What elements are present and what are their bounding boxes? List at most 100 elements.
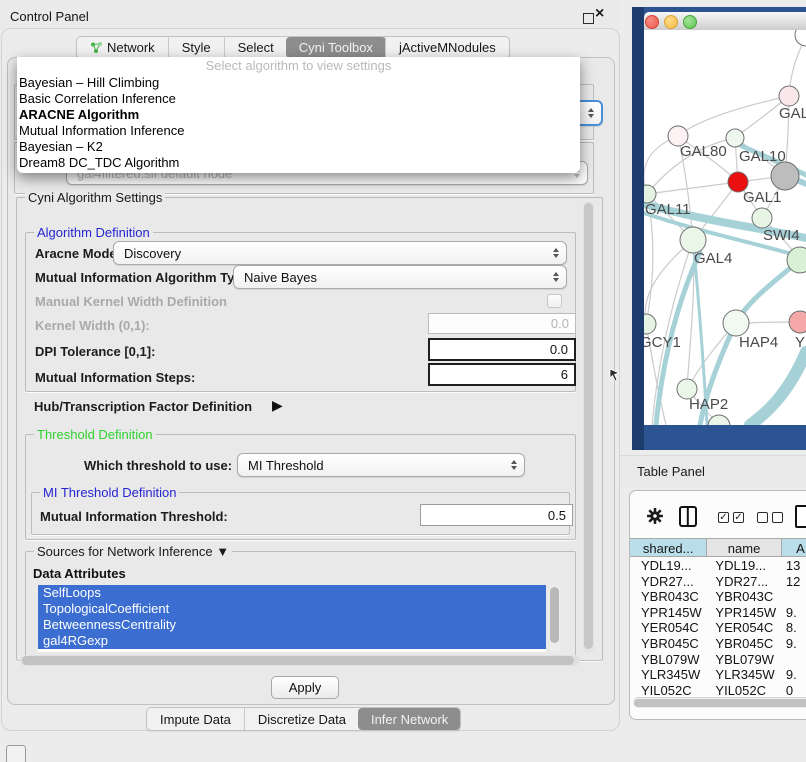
- column-header[interactable]: shared...: [630, 538, 707, 557]
- network-node[interactable]: [795, 30, 806, 46]
- tab-discretize-data[interactable]: Discretize Data: [244, 708, 359, 730]
- minimized-panel-button[interactable]: [6, 745, 26, 762]
- network-node[interactable]: [771, 162, 799, 190]
- settings-vertical-scrollbar[interactable]: [583, 201, 594, 653]
- table-row[interactable]: YBR045CYBR045C9.: [630, 636, 806, 652]
- hub-definition-label: Hub/Transcription Factor Definition: [34, 399, 252, 414]
- dropdown-item[interactable]: Basic Correlation Inference: [17, 91, 580, 107]
- attributes-vertical-scrollbar[interactable]: [549, 585, 560, 652]
- table-cell: YIL052C: [630, 683, 707, 695]
- attribute-list-item[interactable]: BetweennessCentrality: [38, 617, 546, 633]
- table-header-row: shared...nameA: [630, 538, 806, 557]
- cyni-mode-tabs: Impute Data Discretize Data Infer Network: [146, 707, 461, 731]
- which-threshold-combo[interactable]: MI Threshold: [237, 453, 525, 477]
- data-attributes-list[interactable]: SelfLoopsTopologicalCoefficientBetweenne…: [38, 585, 546, 652]
- table-cell: YBL079W: [707, 652, 781, 668]
- tab-jactivemnodules[interactable]: jActiveMNodules: [385, 37, 509, 58]
- float-window-icon[interactable]: [583, 13, 594, 24]
- dpi-tolerance-value: 0.0: [550, 342, 568, 357]
- mi-algorithm-type-combo[interactable]: Naive Bayes: [233, 265, 567, 289]
- settings-horizontal-scrollbar[interactable]: [20, 655, 580, 666]
- mi-steps-label: Mutual Information Steps:: [35, 370, 195, 385]
- close-traffic-light-icon[interactable]: [645, 15, 659, 29]
- network-edge[interactable]: [750, 352, 806, 425]
- dropdown-item[interactable]: Dream8 DC_TDC Algorithm: [17, 155, 580, 171]
- apply-button-label: Apply: [289, 680, 322, 695]
- table-panel-title: Table Panel: [637, 464, 705, 479]
- mi-threshold-field[interactable]: 0.5: [420, 504, 573, 526]
- combo-stepper-icon: [553, 248, 559, 258]
- network-node-gal[interactable]: [779, 86, 799, 106]
- table-cell: YDR27...: [707, 574, 781, 590]
- table-cell: YLR345W: [630, 667, 707, 683]
- network-icon: [90, 41, 103, 54]
- tab-cyni-toolbox[interactable]: Cyni Toolbox: [286, 37, 386, 58]
- attribute-list-item[interactable]: SelfLoops: [38, 585, 546, 601]
- deselect-all-columns-icon[interactable]: [757, 512, 783, 523]
- new-table-icon[interactable]: [795, 505, 806, 528]
- aracne-mode-combo[interactable]: Discovery: [113, 241, 567, 265]
- tab-select[interactable]: Select: [224, 37, 287, 58]
- table-row[interactable]: YBL079WYBL079W: [630, 652, 806, 668]
- zoom-traffic-light-icon[interactable]: [683, 15, 697, 29]
- manual-kernel-width-checkbox[interactable]: [547, 294, 562, 308]
- sources-group-title: Sources for Network Inference ▼: [34, 544, 232, 559]
- aracne-mode-value: Discovery: [124, 246, 181, 261]
- column-selector-icon[interactable]: [679, 506, 697, 527]
- mi-steps-field[interactable]: 6: [428, 363, 576, 386]
- tab-label: Discretize Data: [258, 712, 346, 727]
- table-row[interactable]: YER054CYER054C8.: [630, 620, 806, 636]
- table-cell: 0: [782, 683, 806, 695]
- tab-infer-network[interactable]: Infer Network: [358, 708, 461, 730]
- network-canvas[interactable]: GALGAL80GAL10GAL1GAL11SWI4GAL4GCY1HAP4YH…: [644, 30, 806, 425]
- network-window-frame-left: [632, 7, 644, 450]
- tab-label: Cyni Toolbox: [299, 40, 373, 55]
- dropdown-item[interactable]: ARACNE Algorithm: [17, 107, 580, 123]
- table-row[interactable]: YLR345WYLR345W9.: [630, 667, 806, 683]
- table-cell: YBL079W: [630, 652, 707, 668]
- network-node-swi4[interactable]: [752, 208, 772, 228]
- hub-expand-arrow-icon[interactable]: ▶: [272, 397, 283, 414]
- tab-style[interactable]: Style: [168, 37, 224, 58]
- mi-steps-value: 6: [561, 367, 568, 382]
- table-row[interactable]: YBR043CYBR043C: [630, 589, 806, 605]
- network-edge[interactable]: [647, 182, 738, 194]
- network-node-y[interactable]: [789, 311, 806, 333]
- table-row[interactable]: YDR27...YDR27...12: [630, 574, 806, 590]
- dropdown-item[interactable]: Bayesian – K2: [17, 139, 580, 155]
- gear-icon[interactable]: [646, 507, 664, 525]
- select-all-columns-icon[interactable]: ✓✓: [718, 512, 744, 523]
- table-cell: YBR043C: [707, 589, 781, 605]
- sources-collapse-arrow-icon[interactable]: ▼: [216, 544, 229, 559]
- attribute-list-item[interactable]: gal4RGexp: [38, 633, 546, 649]
- close-icon[interactable]: ×: [595, 5, 604, 23]
- node-label: GAL80: [680, 143, 727, 160]
- table-cell: YDR27...: [630, 574, 707, 590]
- table-cell: YBR045C: [630, 636, 707, 652]
- table-row[interactable]: YIL052CYIL052C0: [630, 683, 806, 695]
- attribute-list-item[interactable]: TopologicalCoefficient: [38, 601, 546, 617]
- tab-network[interactable]: Network: [77, 37, 168, 58]
- network-node-gcy1[interactable]: [644, 314, 656, 334]
- table-cell: 9.: [782, 667, 806, 683]
- cyni-algorithm-settings-title: Cyni Algorithm Settings: [25, 190, 165, 205]
- network-node-hap4[interactable]: [723, 310, 749, 336]
- dropdown-item[interactable]: Bayesian – Hill Climbing: [17, 75, 580, 91]
- apply-button[interactable]: Apply: [271, 676, 339, 699]
- table-row[interactable]: YDL19...YDL19...13: [630, 558, 806, 574]
- table-cell: 13: [782, 558, 806, 574]
- kernel-width-field[interactable]: 0.0: [428, 313, 576, 334]
- table-cell: 9.: [782, 605, 806, 621]
- minimize-traffic-light-icon[interactable]: [664, 15, 678, 29]
- table-cell: YLR345W: [707, 667, 781, 683]
- control-panel-titlebar: [0, 0, 620, 30]
- column-header[interactable]: name: [707, 538, 781, 557]
- tab-impute-data[interactable]: Impute Data: [147, 708, 244, 730]
- column-header[interactable]: A: [782, 538, 806, 557]
- table-horizontal-scrollbar[interactable]: [633, 697, 806, 708]
- network-node-gal10[interactable]: [726, 129, 744, 147]
- dropdown-item[interactable]: Mutual Information Inference: [17, 123, 580, 139]
- table-cell: YBR045C: [707, 636, 781, 652]
- table-row[interactable]: YPR145WYPR145W9.: [630, 605, 806, 621]
- dpi-tolerance-field[interactable]: 0.0: [428, 338, 576, 361]
